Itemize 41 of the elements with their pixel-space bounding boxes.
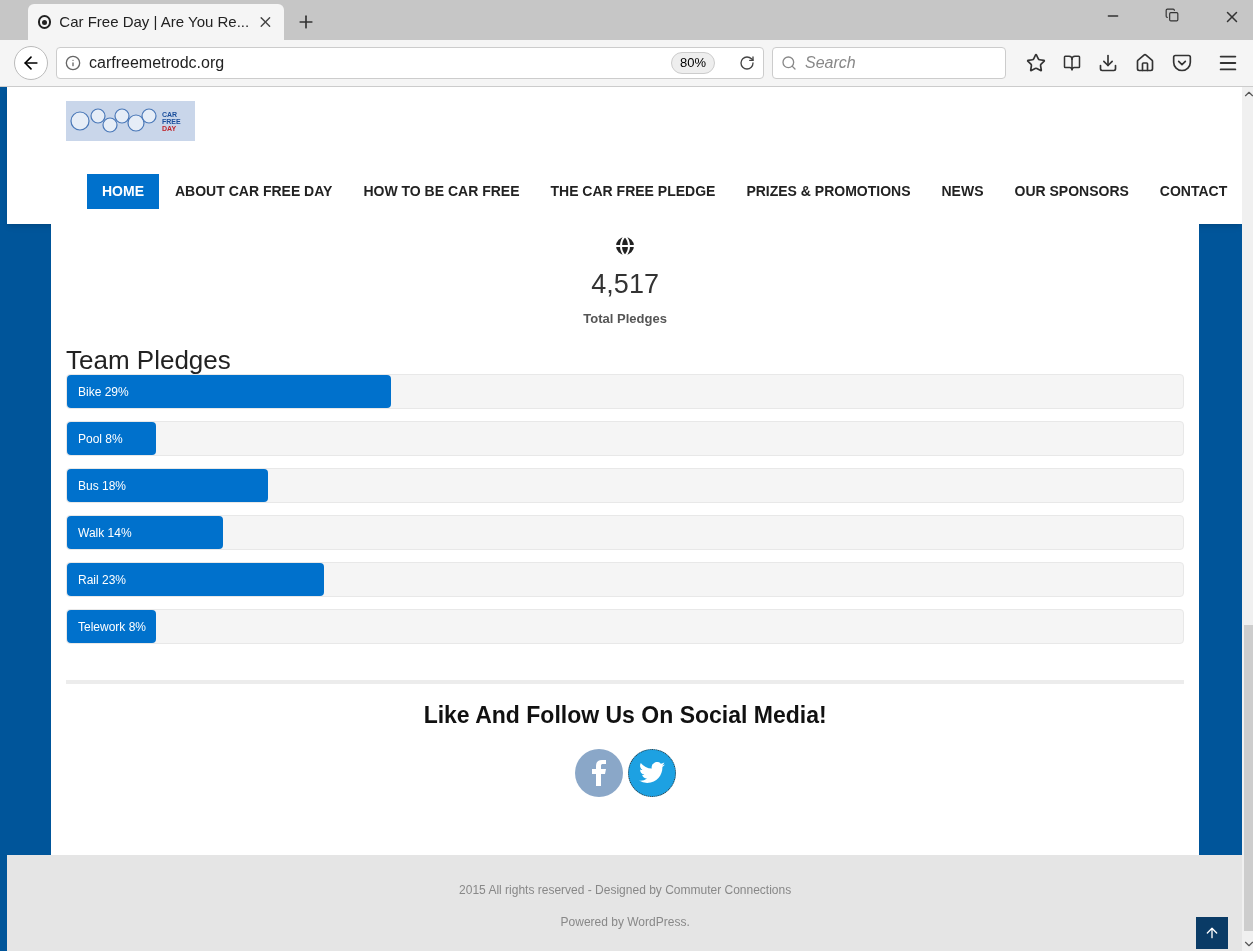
nav-link[interactable]: HOW TO BE CAR FREE	[348, 174, 535, 209]
back-button[interactable]	[14, 46, 48, 80]
scrollbar-thumb[interactable]	[1244, 625, 1253, 931]
search-icon	[781, 55, 797, 71]
facebook-f-icon	[591, 759, 606, 786]
bird-icon	[638, 761, 665, 784]
nav-link[interactable]: HOME	[87, 174, 159, 209]
team-pledges-heading: Team Pledges	[66, 346, 232, 374]
scroll-to-top-button[interactable]	[1196, 917, 1229, 949]
zoom-indicator[interactable]: 80%	[670, 52, 715, 74]
nav-link[interactable]: OUR SPONSORS	[999, 174, 1144, 209]
url-text: carfreemetrodc.org	[89, 53, 226, 73]
progress-fill: Bike 29%	[67, 375, 391, 408]
tab-title: Car Free Day | Are You Re...	[59, 11, 250, 32]
footer-text: 2015 All rights reserved - Designed by Commuter Connections	[459, 882, 792, 899]
footer-text: Powered by WordPress.	[560, 914, 690, 931]
bookmark-star-icon[interactable]	[1026, 53, 1046, 73]
restore-icon[interactable]	[1165, 8, 1179, 22]
info-icon[interactable]	[65, 55, 81, 71]
pocket-icon[interactable]	[1172, 53, 1192, 73]
home-icon[interactable]	[1135, 53, 1155, 73]
nav-link[interactable]: PRIZES & PROMOTIONS	[731, 174, 926, 209]
progress-fill: Bus 18%	[67, 469, 268, 502]
progress-fill: Pool 8%	[67, 422, 157, 455]
progress-fill: Rail 23%	[67, 563, 324, 596]
social-heading: Like And Follow Us On Social Media!	[423, 701, 827, 730]
progress-fill: Walk 14%	[67, 516, 224, 549]
reload-icon[interactable]	[739, 55, 755, 71]
nav-link[interactable]: NEWS	[926, 174, 999, 209]
total-pledges-count: 4,517	[591, 268, 659, 301]
nav-link[interactable]: THE CAR FREE PLEDGE	[535, 174, 731, 209]
tab-favicon-icon	[38, 15, 52, 29]
progress-fill: Telework 8%	[67, 610, 157, 643]
reading-list-icon[interactable]	[1063, 54, 1081, 72]
nav-link[interactable]: ABOUT CAR FREE DAY	[160, 174, 348, 209]
download-icon[interactable]	[1098, 53, 1118, 73]
browser-tab[interactable]: Car Free Day | Are You Re...	[28, 4, 284, 40]
nav-link[interactable]: CONTACT	[1144, 174, 1243, 209]
search-field[interactable]: Search	[772, 47, 1006, 79]
total-pledges-label: Total Pledges	[583, 309, 667, 328]
address-bar[interactable]: carfreemetrodc.org 80%	[56, 47, 764, 79]
